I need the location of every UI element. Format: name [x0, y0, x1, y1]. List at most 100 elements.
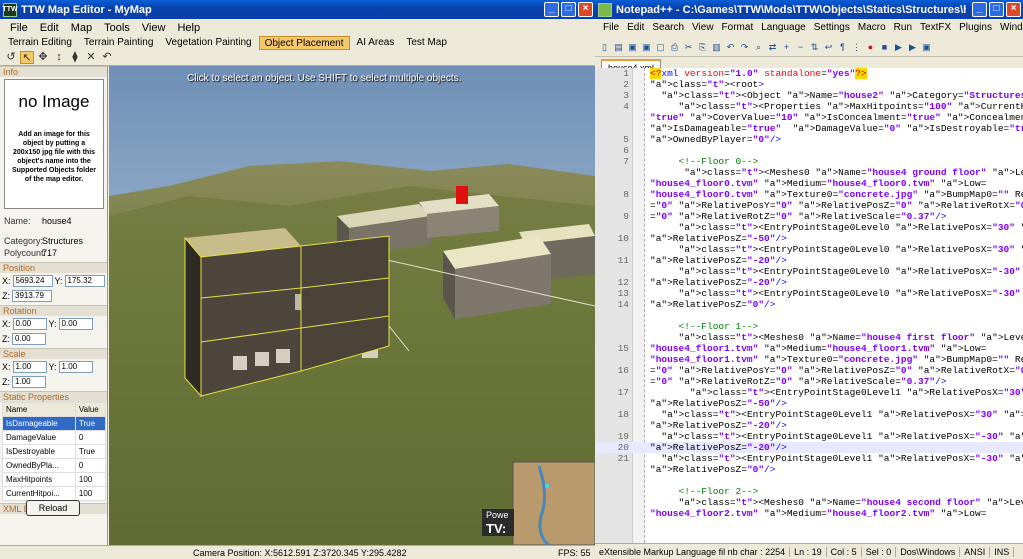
paste-icon[interactable]: ▥	[710, 40, 723, 53]
wrap-icon[interactable]: ↩	[822, 40, 835, 53]
cut-icon[interactable]: ✂	[682, 40, 695, 53]
np-menu-format[interactable]: Format	[718, 22, 758, 33]
np-menu-macro[interactable]: Macro	[854, 22, 890, 33]
np-menu-window[interactable]: Window	[996, 22, 1023, 33]
move-icon[interactable]: ✥	[36, 51, 50, 64]
copy-icon[interactable]: ⎘	[696, 40, 709, 53]
property-row[interactable]: CurrentHitpoi... 100	[2, 486, 107, 501]
np-close-button[interactable]: ×	[1006, 2, 1021, 17]
np-minimize-button[interactable]: _	[972, 2, 987, 17]
pointer-icon[interactable]: ↖	[20, 51, 34, 64]
menu-help[interactable]: Help	[171, 22, 206, 34]
property-value[interactable]: 0	[74, 458, 107, 473]
line-number: 16	[617, 365, 629, 376]
tab-test-map[interactable]: Test Map	[401, 36, 452, 50]
minimap[interactable]	[512, 461, 595, 545]
property-row[interactable]: IsDestroyable True	[2, 444, 107, 459]
np-menu-edit[interactable]: Edit	[623, 22, 648, 33]
scale-y-field[interactable]: 1.00	[58, 361, 93, 373]
stop-macro-icon[interactable]: ■	[878, 40, 891, 53]
menu-map[interactable]: Map	[65, 22, 98, 34]
close-button[interactable]: ×	[578, 2, 593, 17]
np-menu-file[interactable]: File	[599, 22, 623, 33]
pos-y-field[interactable]: 175.32	[64, 275, 105, 287]
link-icon[interactable]: ⧫	[68, 51, 82, 64]
code-line: "house4_floor1.tvm" "a">Texture0="concre…	[595, 354, 1023, 365]
property-value[interactable]: 0	[74, 430, 107, 445]
property-row[interactable]: MaxHitpoints 100	[2, 472, 107, 487]
replace-icon[interactable]: ⇄	[766, 40, 779, 53]
line-number: 4	[623, 101, 629, 112]
property-row[interactable]: OwnedByPla... 0	[2, 458, 107, 473]
indent-guide-icon[interactable]: ⋮	[850, 40, 863, 53]
save-all-icon[interactable]: ▣	[640, 40, 653, 53]
sync-scroll-icon[interactable]: ⇅	[808, 40, 821, 53]
property-name: MaxHitpoints	[2, 472, 76, 487]
code-editor[interactable]: 1 <?xml version="1.0" standalone="yes"?> 2…	[595, 68, 1023, 543]
open-file-icon[interactable]: ▤	[612, 40, 625, 53]
notepad-title: Notepad++ - C:\Games\TTW\Mods\TTW\Object…	[616, 3, 966, 16]
all-chars-icon[interactable]: ¶	[836, 40, 849, 53]
rot-z-field[interactable]: 0.00	[12, 333, 46, 345]
record-macro-icon[interactable]: ●	[864, 40, 877, 53]
np-menu-textfx[interactable]: TextFX	[916, 22, 955, 33]
code-text: "a">class="t"><EntryPointStage0Level0 "a…	[678, 244, 1023, 255]
tab-vegetation-painting[interactable]: Vegetation Painting	[160, 36, 256, 50]
notepad-window: Notepad++ - C:\Games\TTW\Mods\TTW\Object…	[595, 0, 1023, 559]
reload-button[interactable]: Reload	[26, 500, 80, 516]
np-menu-run[interactable]: Run	[890, 22, 916, 33]
undo-icon[interactable]: ↶	[724, 40, 737, 53]
vertical-move-icon[interactable]: ↕	[52, 51, 66, 64]
close-file-icon[interactable]: ▢	[654, 40, 667, 53]
property-row[interactable]: IsDamageable True	[2, 416, 107, 431]
save-icon[interactable]: ▣	[626, 40, 639, 53]
find-icon[interactable]: ⌕	[752, 40, 765, 53]
maximize-button[interactable]: □	[561, 2, 576, 17]
menu-view[interactable]: View	[136, 22, 172, 34]
np-maximize-button[interactable]: □	[989, 2, 1004, 17]
property-value[interactable]: 100	[74, 472, 107, 487]
code-text: "a">RelativePosZ="-20"/>	[650, 420, 787, 431]
scale-x-field[interactable]: 1.00	[12, 361, 47, 373]
tab-terrain-editing[interactable]: Terrain Editing	[3, 36, 77, 50]
scale-z-field[interactable]: 1.00	[12, 376, 46, 388]
np-status-item: Sel : 0	[862, 546, 897, 557]
print-icon[interactable]: ⎙	[668, 40, 681, 53]
notepad-titlebar[interactable]: Notepad++ - C:\Games\TTW\Mods\TTW\Object…	[595, 0, 1023, 19]
zoom-out-icon[interactable]: −	[794, 40, 807, 53]
editor-titlebar[interactable]: TTW TTW Map Editor - MyMap _ □ ×	[0, 0, 595, 19]
play-macro-icon[interactable]: ▶	[892, 40, 905, 53]
np-menu-view[interactable]: View	[688, 22, 718, 33]
pos-x-field[interactable]: 5693.24	[12, 275, 53, 287]
run-macro-icon[interactable]: ▶	[906, 40, 919, 53]
menu-file[interactable]: File	[4, 22, 34, 34]
menu-tools[interactable]: Tools	[98, 22, 136, 34]
np-menu-language[interactable]: Language	[757, 22, 810, 33]
property-value[interactable]: 100	[74, 486, 107, 501]
ttw-app-icon: TTW	[2, 2, 18, 17]
rot-x-field[interactable]: 0.00	[12, 318, 47, 330]
code-text: ="0" "a">RelativeRotZ="0" "a">RelativeSc…	[650, 211, 947, 222]
save-macro-icon[interactable]: ▣	[920, 40, 933, 53]
property-value[interactable]: True	[74, 416, 107, 431]
3d-viewport[interactable]: Click to select an object. Use SHIFT to …	[109, 66, 595, 545]
minimize-button[interactable]: _	[544, 2, 559, 17]
menu-edit[interactable]: Edit	[34, 22, 65, 34]
np-menu-settings[interactable]: Settings	[810, 22, 854, 33]
property-row[interactable]: DamageValue 0	[2, 430, 107, 445]
delete-icon[interactable]: ✕	[84, 51, 98, 64]
tab-ai-areas[interactable]: AI Areas	[352, 36, 400, 50]
rot-y-field[interactable]: 0.00	[58, 318, 93, 330]
pos-z-field[interactable]: 3913.79	[12, 290, 52, 302]
rotate-icon[interactable]: ↺	[4, 51, 18, 64]
redo-icon[interactable]: ↷	[738, 40, 751, 53]
tab-object-placement[interactable]: Object Placement	[258, 36, 350, 50]
zoom-in-icon[interactable]: +	[780, 40, 793, 53]
new-file-icon[interactable]: ▯	[598, 40, 611, 53]
np-menu-plugins[interactable]: Plugins	[955, 22, 996, 33]
tab-terrain-painting[interactable]: Terrain Painting	[79, 36, 158, 50]
info-header: Info	[0, 66, 107, 77]
np-menu-search[interactable]: Search	[648, 22, 688, 33]
property-value[interactable]: True	[74, 444, 107, 459]
undo-icon[interactable]: ↶	[100, 51, 114, 64]
